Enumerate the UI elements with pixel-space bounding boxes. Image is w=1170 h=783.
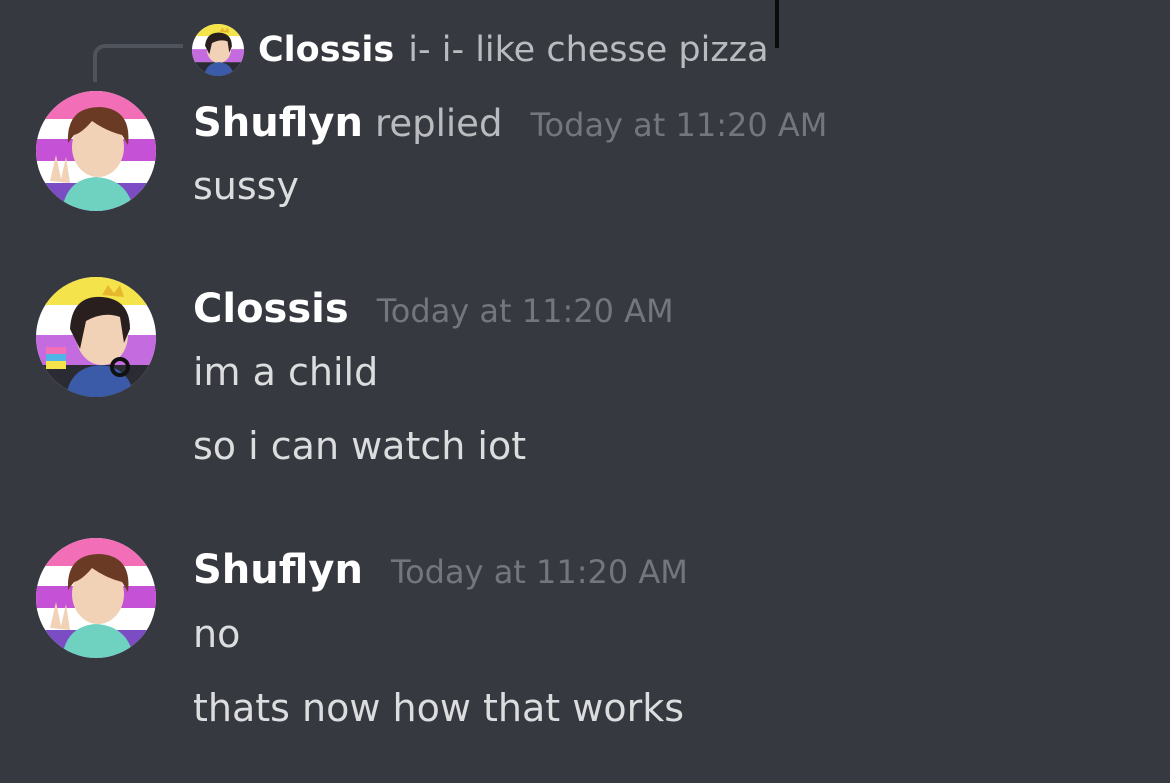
avatar-shuflyn[interactable] bbox=[36, 538, 156, 658]
username[interactable]: Clossis bbox=[193, 286, 349, 332]
username[interactable]: Shuflyn bbox=[193, 100, 363, 146]
chat-messages: Clossis i- i- like chesse pizza Shuflyn … bbox=[0, 0, 1170, 783]
username[interactable]: Shuflyn bbox=[193, 547, 363, 593]
message-text: no bbox=[193, 612, 241, 656]
replied-label: replied bbox=[374, 102, 503, 145]
timestamp[interactable]: Today at 11:20 AM bbox=[391, 553, 688, 591]
message-header: Shuflyn replied Today at 11:20 AM bbox=[193, 100, 827, 146]
message-text: so i can watch iot bbox=[193, 424, 527, 468]
reply-reference[interactable]: Clossis i- i- like chesse pizza bbox=[192, 22, 769, 78]
avatar-shuflyn[interactable] bbox=[36, 91, 156, 211]
reply-avatar-clossis[interactable] bbox=[192, 24, 244, 76]
message-header: Shuflyn Today at 11:20 AM bbox=[193, 547, 688, 593]
reply-content[interactable]: i- i- like chesse pizza bbox=[408, 30, 768, 70]
timestamp[interactable]: Today at 11:20 AM bbox=[530, 106, 827, 144]
reply-author[interactable]: Clossis bbox=[258, 30, 394, 70]
avatar-clossis[interactable] bbox=[36, 277, 156, 397]
message-text: sussy bbox=[193, 164, 299, 208]
timestamp[interactable]: Today at 11:20 AM bbox=[377, 292, 674, 330]
message-header: Clossis Today at 11:20 AM bbox=[193, 286, 674, 332]
message-text: thats now how that works bbox=[193, 686, 685, 730]
text-cursor bbox=[775, 0, 779, 48]
message-text: im a child bbox=[193, 350, 379, 394]
reply-spine bbox=[93, 44, 183, 82]
